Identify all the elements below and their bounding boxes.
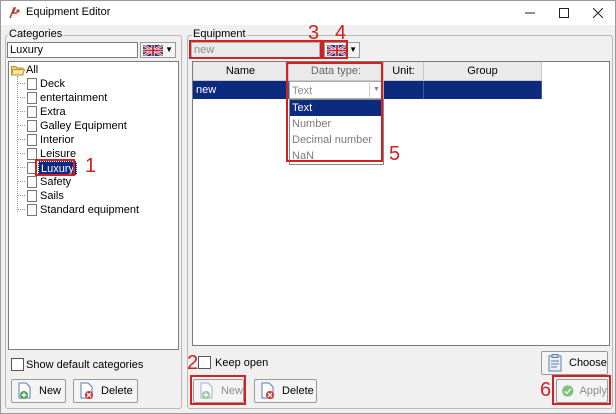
maximize-button[interactable] <box>547 1 581 25</box>
uk-flag-icon <box>143 45 163 56</box>
annotation-number-3: 3 <box>308 22 320 44</box>
tree-item-sails[interactable]: Sails <box>40 189 64 203</box>
clipboard-icon <box>548 354 562 372</box>
annotation-number-1: 1 <box>85 155 97 177</box>
category-delete-label: Delete <box>101 385 133 397</box>
close-button[interactable] <box>581 1 615 25</box>
maximize-icon <box>559 8 569 18</box>
tree-item-galley-equipment[interactable]: Galley Equipment <box>40 119 127 133</box>
tree-item-deck[interactable]: Deck <box>40 77 65 91</box>
equipment-delete-button[interactable]: Delete <box>254 379 317 403</box>
tree-item-all[interactable]: All <box>26 63 38 77</box>
cell-unit[interactable] <box>384 81 424 99</box>
equipment-delete-label: Delete <box>282 385 314 397</box>
equipment-group-label: Equipment <box>192 28 247 40</box>
delete-document-icon <box>80 382 93 399</box>
window-title: Equipment Editor <box>26 6 111 18</box>
choose-button[interactable]: Choose <box>541 351 608 375</box>
equipment-table[interactable]: Name Data type: Unit: Group new Text ▼ T… <box>192 61 610 346</box>
annotation-box-3 <box>189 40 322 59</box>
annotation-box-6 <box>552 375 611 405</box>
annotation-number-2: 2 <box>187 352 199 374</box>
category-tree[interactable]: All Deck entertainment Extra Galley Equi… <box>8 61 179 350</box>
category-delete-button[interactable]: Delete <box>73 379 138 403</box>
tree-item-standard-equipment[interactable]: Standard equipment <box>40 203 139 217</box>
annotation-number-5: 5 <box>389 143 401 165</box>
keep-open-label: Keep open <box>215 357 269 369</box>
column-header-name[interactable]: Name <box>193 62 289 81</box>
minimize-button[interactable] <box>513 1 547 25</box>
cell-group[interactable] <box>424 81 542 99</box>
tree-item-entertainment[interactable]: entertainment <box>40 91 107 105</box>
annotation-box-5 <box>286 62 383 162</box>
tree-item-interior[interactable]: Interior <box>40 133 74 147</box>
minimize-icon <box>525 12 535 14</box>
delete-document-icon <box>261 382 274 399</box>
chevron-down-icon: ▼ <box>349 45 357 54</box>
document-icon <box>27 92 37 104</box>
equipment-editor-window: Equipment Editor Categories Luxury ▼ All <box>0 0 616 414</box>
app-icon <box>9 7 20 19</box>
annotation-box-2 <box>190 375 246 405</box>
close-icon <box>593 8 603 18</box>
tree-item-safety[interactable]: Safety <box>40 175 71 189</box>
document-icon <box>27 78 37 90</box>
document-icon <box>27 120 37 132</box>
annotation-number-6: 6 <box>540 379 552 401</box>
category-new-button[interactable]: New <box>11 379 66 403</box>
new-document-icon <box>18 382 31 399</box>
document-icon <box>27 190 37 202</box>
tree-item-extra[interactable]: Extra <box>40 105 66 119</box>
category-search-input[interactable]: Luxury <box>7 42 138 58</box>
annotation-number-4: 4 <box>335 22 347 44</box>
show-default-categories-checkbox[interactable] <box>11 358 24 371</box>
chevron-down-icon: ▼ <box>165 45 173 54</box>
column-header-unit[interactable]: Unit: <box>384 62 424 81</box>
category-new-label: New <box>39 385 62 397</box>
annotation-box-1 <box>35 159 75 176</box>
show-default-categories-label: Show default categories <box>26 359 144 371</box>
document-icon <box>27 106 37 118</box>
document-icon <box>27 134 37 146</box>
cell-name[interactable]: new <box>193 81 289 99</box>
choose-label: Choose <box>569 357 607 369</box>
categories-group-label: Categories <box>8 28 64 40</box>
column-header-group[interactable]: Group <box>424 62 542 81</box>
folder-open-icon <box>11 66 25 76</box>
document-icon <box>27 176 37 188</box>
category-language-select[interactable]: ▼ <box>140 42 176 58</box>
document-icon <box>27 204 37 216</box>
keep-open-checkbox[interactable] <box>198 356 211 369</box>
